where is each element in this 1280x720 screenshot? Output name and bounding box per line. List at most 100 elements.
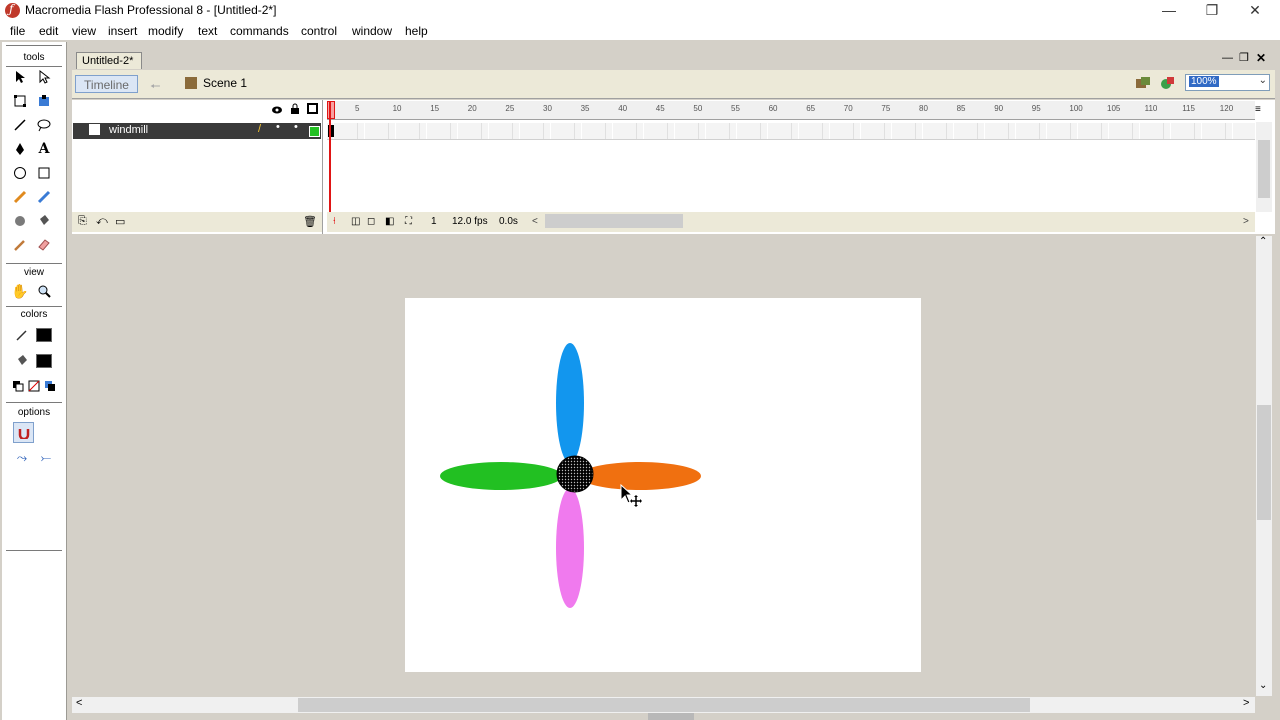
back-arrow-icon[interactable]: 🠔 (150, 77, 161, 98)
doc-minimize-icon[interactable]: — (1222, 52, 1233, 64)
oval-tool-icon[interactable] (10, 163, 30, 183)
text-tool-icon[interactable]: A (34, 139, 54, 159)
pen-tool-icon[interactable] (10, 139, 30, 159)
scroll-left-icon[interactable]: < (76, 697, 82, 709)
straighten-icon[interactable]: ⤚ (36, 448, 56, 468)
zoom-tool-icon[interactable] (34, 281, 54, 301)
fill-transform-tool-icon[interactable] (34, 91, 54, 111)
layer-outline-color[interactable] (309, 126, 320, 137)
show-hide-layers-icon[interactable] (271, 104, 283, 114)
paint-bucket-tool-icon[interactable] (34, 211, 54, 231)
scroll-up-icon[interactable]: ⌃ (1259, 236, 1267, 247)
scrollbar-thumb[interactable] (1258, 140, 1270, 198)
timeline-menu-icon[interactable]: ≡ (1255, 104, 1261, 115)
onion-skin-icon[interactable]: ◫ (351, 216, 360, 227)
scroll-right-icon[interactable]: > (1243, 216, 1249, 227)
edit-symbols-icon[interactable] (1160, 76, 1176, 90)
smooth-icon[interactable]: ⤳ (12, 448, 32, 468)
modify-onion-markers-icon[interactable]: ⛶ (405, 216, 412, 227)
center-frame-icon[interactable]: ⍿ (333, 216, 336, 227)
selection-tool-icon[interactable] (10, 67, 30, 87)
timeline-ruler[interactable]: 5 10 15 20 25 30 35 40 45 50 55 60 65 70 75 80 85 90 95 100… (327, 101, 1255, 120)
menu-insert[interactable]: insert (108, 24, 137, 38)
ruler-tick: 115 (1182, 104, 1195, 113)
fill-color-swatch[interactable] (34, 351, 54, 371)
eraser-tool-icon[interactable] (34, 235, 54, 255)
minimize-icon[interactable]: — (1148, 0, 1190, 22)
insert-folder-icon[interactable]: ▭ (115, 215, 125, 228)
menu-help[interactable]: help (405, 24, 428, 38)
fill-color-icon[interactable] (12, 351, 32, 371)
ruler-tick: 105 (1107, 104, 1121, 113)
edit-scene-icon[interactable] (1135, 76, 1151, 90)
outline-layers-icon[interactable] (307, 103, 318, 114)
scroll-left-icon[interactable]: < (532, 216, 538, 227)
ruler-tick: 80 (919, 104, 928, 113)
timeline-vertical-scrollbar[interactable] (1256, 122, 1272, 212)
horizontal-scrollbar-thumb[interactable] (298, 698, 1030, 712)
menu-modify[interactable]: modify (148, 24, 183, 38)
line-tool-icon[interactable] (10, 115, 30, 135)
restore-icon[interactable]: ❐ (1191, 0, 1233, 22)
scroll-down-icon[interactable]: ⌄ (1259, 680, 1267, 691)
stroke-color-swatch[interactable] (34, 325, 54, 345)
scene-label[interactable]: Scene 1 (203, 76, 247, 90)
menu-text[interactable]: text (198, 24, 217, 38)
windmill-hub[interactable] (556, 455, 594, 493)
divider (6, 550, 62, 551)
frame-grid[interactable] (327, 123, 1255, 140)
zoom-select[interactable]: 100% ⌄ (1185, 74, 1270, 91)
menu-window[interactable]: window (352, 24, 392, 38)
lasso-tool-icon[interactable] (34, 115, 54, 135)
onion-skin-outlines-icon[interactable]: ◻ (367, 216, 375, 227)
windmill-blade-bottom[interactable] (556, 488, 584, 608)
free-transform-tool-icon[interactable] (10, 91, 30, 111)
add-motion-guide-icon[interactable]: ⤺ (96, 215, 108, 228)
chevron-down-icon[interactable]: ⌄ (1259, 75, 1267, 86)
timeline-toggle-button[interactable]: Timeline (75, 75, 138, 93)
timeline-horizontal-thumb[interactable] (545, 214, 683, 228)
menu-file[interactable]: file (10, 24, 25, 38)
menu-commands[interactable]: commands (230, 24, 289, 38)
pencil-icon: / (258, 123, 262, 135)
layer-visible-dot[interactable]: • (276, 121, 280, 133)
snap-to-objects-icon[interactable] (13, 422, 34, 443)
document-tab[interactable]: Untitled-2* (76, 52, 142, 69)
delete-layer-icon[interactable]: 🗑 (303, 215, 317, 228)
insert-layer-icon[interactable]: ⎘ (78, 215, 87, 228)
ruler-tick: 35 (580, 104, 590, 113)
menu-edit[interactable]: edit (39, 24, 58, 38)
doc-close-icon[interactable]: ✕ (1256, 51, 1266, 65)
hand-tool-icon[interactable]: ✋ (10, 281, 30, 301)
layer-lock-dot[interactable]: • (294, 121, 298, 133)
pencil-tool-icon[interactable] (10, 187, 30, 207)
menu-control[interactable]: control (301, 24, 337, 38)
windmill-blade-top[interactable] (556, 343, 584, 463)
view-label: view (23, 267, 44, 278)
vertical-scrollbar-thumb[interactable] (1257, 405, 1271, 520)
ruler-tick: 15 (430, 104, 440, 113)
eyedropper-tool-icon[interactable] (10, 235, 30, 255)
ink-bottle-tool-icon[interactable] (10, 211, 30, 231)
subselection-tool-icon[interactable] (34, 67, 54, 87)
close-icon[interactable]: ✕ (1234, 0, 1276, 22)
ruler-tick: 120 (1219, 104, 1234, 113)
scroll-right-icon[interactable]: > (1243, 697, 1249, 709)
lock-layers-icon[interactable] (290, 103, 300, 115)
frame-rate[interactable]: 12.0 fps (452, 216, 488, 227)
layer-row[interactable]: windmill / • • (73, 121, 321, 139)
stroke-color-icon[interactable] (12, 325, 32, 345)
edit-multiple-frames-icon[interactable]: ◧ (385, 216, 394, 227)
rectangle-tool-icon[interactable] (34, 163, 54, 183)
windmill-graphic[interactable] (405, 298, 921, 672)
stage[interactable] (405, 298, 921, 672)
windmill-blade-left[interactable] (440, 462, 562, 490)
panel-collapse-handle[interactable] (648, 713, 694, 720)
menu-view[interactable]: view (72, 24, 96, 38)
menu-bar: file edit view insert modify text comman… (0, 22, 1280, 40)
swap-colors-icon[interactable] (40, 376, 60, 396)
ruler-tick: 55 (731, 104, 740, 113)
doc-restore-icon[interactable]: ❐ (1239, 51, 1249, 64)
zoom-value: 100% (1189, 76, 1219, 87)
brush-tool-icon[interactable] (34, 187, 54, 207)
